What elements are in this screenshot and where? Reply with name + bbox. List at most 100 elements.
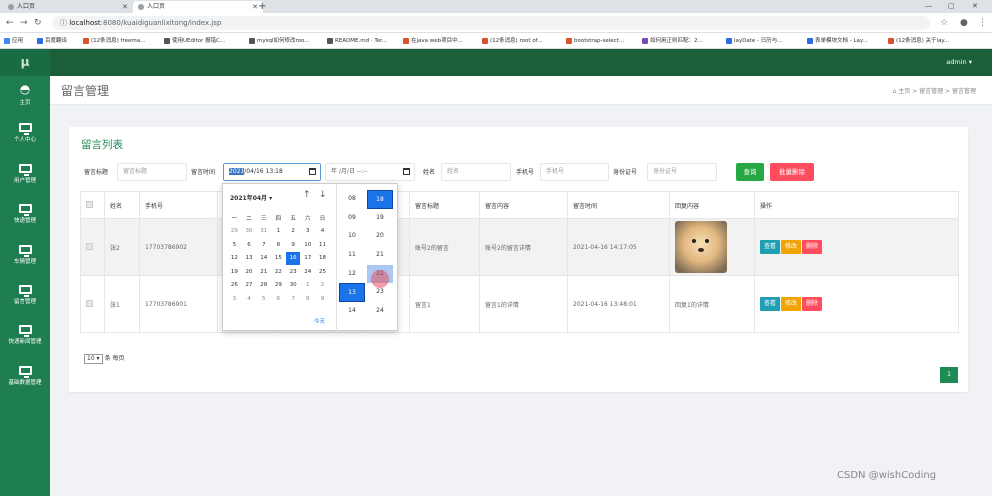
next-month-icon[interactable]: ↓ xyxy=(319,190,327,200)
day-cell[interactable]: 8 xyxy=(271,238,286,252)
bookmark-item[interactable]: 在java web项目中... xyxy=(403,35,463,47)
day-cell[interactable]: 6 xyxy=(271,292,286,306)
day-cell[interactable]: 29 xyxy=(271,279,286,293)
day-cell[interactable]: 9 xyxy=(315,292,330,306)
day-cell[interactable]: 4 xyxy=(315,225,330,239)
minute-option[interactable]: 19 xyxy=(367,209,393,228)
day-cell[interactable]: 2 xyxy=(315,279,330,293)
hour-option[interactable]: 11 xyxy=(339,246,365,265)
delete-button[interactable]: 删除 xyxy=(802,297,823,311)
edit-button[interactable]: 修改 xyxy=(781,297,802,311)
query-button[interactable]: 查询 xyxy=(736,163,764,181)
bookmark-item[interactable]: (12条消息) freema... xyxy=(83,35,145,47)
day-cell[interactable]: 18 xyxy=(315,252,330,266)
bookmark-item[interactable]: 如何用正则匹配：2... xyxy=(642,35,703,47)
sidebar-item-profile[interactable]: 个人中心 xyxy=(0,119,50,159)
day-cell[interactable]: 2 xyxy=(286,225,301,239)
view-button[interactable]: 查看 xyxy=(760,297,781,311)
day-cell[interactable]: 17 xyxy=(300,252,315,266)
bookmark-item[interactable]: 使用UEditor 报错C... xyxy=(164,35,225,47)
back-icon[interactable]: ← xyxy=(6,16,14,30)
new-tab-icon[interactable]: + xyxy=(258,0,266,13)
day-cell[interactable]: 23 xyxy=(286,265,301,279)
select-all-checkbox[interactable] xyxy=(86,200,93,208)
profile-icon[interactable]: ● xyxy=(960,16,968,30)
calendar-icon[interactable] xyxy=(309,168,316,175)
bookmark-item[interactable]: README.md · Ter... xyxy=(327,35,387,47)
bookmark-item[interactable]: 表单模块文档 - Lay... xyxy=(807,35,868,47)
day-cell[interactable]: 5 xyxy=(227,238,242,252)
day-cell[interactable]: 6 xyxy=(242,238,257,252)
browser-tab-2[interactable]: 入口页 ✕ xyxy=(133,1,263,13)
day-cell[interactable]: 19 xyxy=(227,265,242,279)
day-cell[interactable]: 13 xyxy=(242,252,257,266)
bookmark-item[interactable]: 百度翻译 xyxy=(37,35,67,47)
phone-filter-input[interactable]: 手机号 xyxy=(540,163,609,181)
bookmark-item[interactable]: 应用 xyxy=(4,35,23,47)
minute-option[interactable]: 24 xyxy=(367,302,393,321)
reload-icon[interactable]: ↻ xyxy=(34,16,42,30)
day-cell[interactable]: 27 xyxy=(242,279,257,293)
selected-hour-option[interactable]: 13 xyxy=(339,283,365,303)
time-end-input[interactable]: 年 /月/日 --:-- xyxy=(325,163,415,181)
day-cell[interactable]: 24 xyxy=(300,265,315,279)
minimize-icon[interactable]: — xyxy=(925,0,932,13)
row-checkbox[interactable] xyxy=(86,242,93,250)
batch-delete-button[interactable]: 批量删除 xyxy=(770,163,814,181)
prev-month-icon[interactable]: ↑ xyxy=(303,190,311,200)
window-close-icon[interactable]: ✕ xyxy=(972,0,978,13)
bookmark-item[interactable]: mysql如何修改roo... xyxy=(249,35,310,47)
day-cell[interactable]: 11 xyxy=(315,238,330,252)
id-filter-input[interactable]: 身份证号 xyxy=(647,163,717,181)
star-icon[interactable]: ☆ xyxy=(940,16,948,30)
day-cell[interactable]: 12 xyxy=(227,252,242,266)
title-filter-input[interactable]: 留言标题 xyxy=(117,163,187,181)
today-button[interactable]: 今天 xyxy=(314,317,325,325)
day-cell[interactable]: 26 xyxy=(227,279,242,293)
day-cell[interactable]: 31 xyxy=(256,225,271,239)
day-cell[interactable]: 3 xyxy=(227,292,242,306)
maximize-icon[interactable]: ▢ xyxy=(948,0,955,13)
hour-option[interactable]: 08 xyxy=(339,190,365,209)
sidebar-item-basic-data[interactable]: 基础数据管理 xyxy=(0,362,50,402)
day-cell[interactable]: 20 xyxy=(242,265,257,279)
name-filter-input[interactable]: 姓名 xyxy=(441,163,511,181)
day-cell[interactable]: 9 xyxy=(286,238,301,252)
day-cell[interactable]: 25 xyxy=(315,265,330,279)
page-size-select[interactable]: 10 ▾ xyxy=(84,354,103,364)
edit-button[interactable]: 修改 xyxy=(781,240,802,254)
menu-icon[interactable]: ⋮ xyxy=(978,16,987,30)
sidebar-item-news[interactable]: 快递新闻管理 xyxy=(0,321,50,361)
day-cell[interactable]: 3 xyxy=(300,225,315,239)
hour-option[interactable]: 09 xyxy=(339,209,365,228)
tab-close-icon[interactable]: ✕ xyxy=(122,1,128,13)
user-menu[interactable]: admin ▾ xyxy=(946,49,972,76)
delete-button[interactable]: 删除 xyxy=(802,240,823,254)
sidebar-item-users[interactable]: 用户管理 xyxy=(0,160,50,200)
selected-day-cell[interactable]: 16 xyxy=(285,251,301,265)
day-cell[interactable]: 30 xyxy=(286,279,301,293)
day-cell[interactable]: 4 xyxy=(242,292,257,306)
bookmark-item[interactable]: (12条消息) 关于lay... xyxy=(888,35,949,47)
day-cell[interactable]: 28 xyxy=(256,279,271,293)
day-cell[interactable]: 22 xyxy=(271,265,286,279)
day-cell[interactable]: 5 xyxy=(256,292,271,306)
view-button[interactable]: 查看 xyxy=(760,240,781,254)
hour-option[interactable]: 12 xyxy=(339,265,365,284)
day-cell[interactable]: 30 xyxy=(242,225,257,239)
day-cell[interactable]: 8 xyxy=(300,292,315,306)
bookmark-item[interactable]: bootstrap-select... xyxy=(566,35,624,47)
bookmark-item[interactable]: layDate - 日历与... xyxy=(726,35,783,47)
url-input[interactable]: ⓘ localhost:8080/kuaidiguanlixitong/inde… xyxy=(52,16,930,30)
time-start-input[interactable]: 2021/04/16 13:18 xyxy=(223,163,321,181)
day-cell[interactable]: 7 xyxy=(286,292,301,306)
forward-icon[interactable]: → xyxy=(20,16,28,30)
day-cell[interactable]: 7 xyxy=(256,238,271,252)
day-cell[interactable]: 1 xyxy=(271,225,286,239)
sidebar-item-vehicles[interactable]: 车辆管理 xyxy=(0,241,50,281)
minute-option[interactable]: 21 xyxy=(367,246,393,265)
day-cell[interactable]: 1 xyxy=(300,279,315,293)
day-cell[interactable]: 10 xyxy=(300,238,315,252)
sidebar-item-home[interactable]: ◓ 主页 xyxy=(0,79,50,119)
day-cell[interactable]: 14 xyxy=(256,252,271,266)
